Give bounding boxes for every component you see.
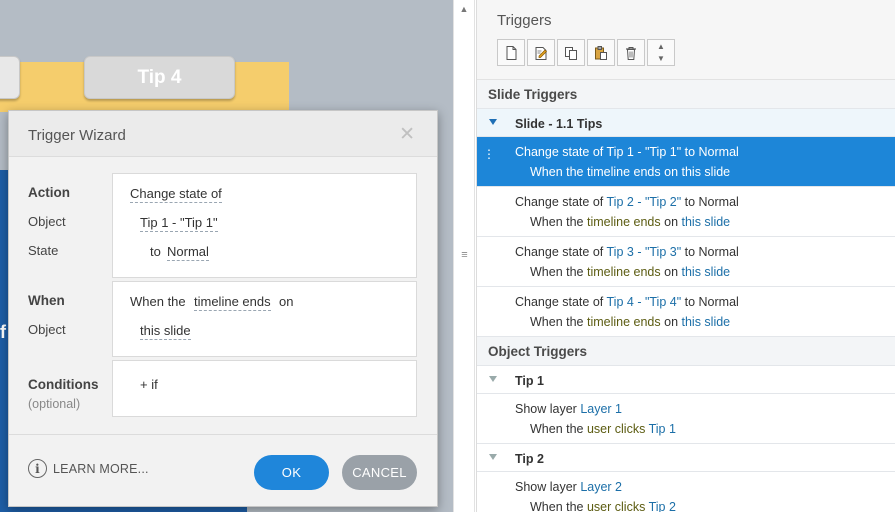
object-group-name: Tip 2: [515, 452, 544, 466]
slide-trigger-3[interactable]: Change state of Tip 3 - "Tip 3" to Norma…: [477, 237, 895, 287]
edit-trigger-icon[interactable]: [527, 39, 555, 66]
slide-trigger-group[interactable]: Slide - 1.1 Tips: [477, 109, 895, 137]
object-trigger-tip-2[interactable]: Show layer Layer 2 When the user clicks …: [477, 472, 895, 512]
when-object-label: Object: [28, 322, 66, 337]
object-trigger-tip-1[interactable]: Show layer Layer 1 When the user clicks …: [477, 394, 895, 444]
dialog-header: Trigger Wizard ✕: [9, 111, 437, 157]
content-text-fragment: f: [0, 322, 6, 342]
conditions-box: + if: [112, 360, 417, 417]
move-down-icon[interactable]: ▼: [657, 53, 665, 65]
slide-triggers-section: Slide Triggers: [477, 80, 895, 109]
conditions-label: Conditions: [28, 377, 99, 392]
object-label: Object: [28, 214, 66, 229]
panel-title: Triggers: [497, 12, 552, 29]
scroll-up-icon[interactable]: ▲: [457, 2, 471, 16]
move-up-icon[interactable]: ▲: [657, 41, 665, 53]
canvas-scrollbar[interactable]: ▲ ≡: [453, 0, 475, 512]
object-group-name: Tip 1: [515, 374, 544, 388]
state-prefix: to: [150, 244, 161, 259]
panel-resize-grip-icon[interactable]: ≡: [460, 249, 469, 261]
when-label: When: [28, 293, 65, 308]
action-label: Action: [28, 185, 70, 200]
cancel-button[interactable]: CANCEL: [342, 455, 417, 490]
when-prefix: When the: [130, 294, 186, 309]
triggers-panel-header: Triggers ▲ ▼: [477, 0, 895, 80]
triggers-toolbar: ▲ ▼: [497, 39, 677, 66]
slide-group-name: Slide - 1.1 Tips: [515, 117, 603, 131]
dialog-footer: i LEARN MORE... OK CANCEL: [9, 434, 437, 506]
tip-3-tab[interactable]: [0, 56, 20, 99]
action-select[interactable]: Change state of: [130, 186, 222, 203]
ok-button[interactable]: OK: [254, 455, 329, 490]
tip-4-tab[interactable]: Tip 4: [84, 56, 235, 99]
when-event-select[interactable]: timeline ends: [194, 294, 271, 311]
object-trigger-group-tip-2[interactable]: Tip 2: [477, 444, 895, 472]
state-label: State: [28, 243, 59, 258]
object-select[interactable]: Tip 1 - "Tip 1": [140, 215, 218, 232]
drag-handle-icon[interactable]: ⋮: [483, 148, 495, 160]
learn-more-link[interactable]: i LEARN MORE...: [28, 459, 149, 478]
slide-trigger-1[interactable]: ⋮ Change state of Tip 1 - "Tip 1" to Nor…: [477, 137, 895, 187]
when-object-select[interactable]: this slide: [140, 323, 191, 340]
add-condition-link[interactable]: + if: [140, 377, 158, 392]
slide-trigger-4[interactable]: Change state of Tip 4 - "Tip 4" to Norma…: [477, 287, 895, 337]
slide-trigger-2[interactable]: Change state of Tip 2 - "Tip 2" to Norma…: [477, 187, 895, 237]
when-box: When the timeline ends on this slide: [112, 281, 417, 357]
state-select[interactable]: Normal: [167, 244, 209, 261]
close-icon[interactable]: ✕: [399, 123, 415, 146]
object-triggers-section: Object Triggers: [477, 337, 895, 366]
trigger-wizard-dialog: Trigger Wizard ✕ Action Object State Cha…: [8, 110, 438, 507]
move-up-down-icon[interactable]: ▲ ▼: [647, 39, 675, 66]
delete-icon[interactable]: [617, 39, 645, 66]
action-box: Change state of Tip 1 - "Tip 1" to Norma…: [112, 173, 417, 278]
triggers-panel: Triggers ▲ ▼ Slide Triggers Slide - 1.1 …: [476, 0, 895, 512]
when-suffix: on: [279, 294, 294, 309]
new-trigger-icon[interactable]: [497, 39, 525, 66]
collapse-arrow-icon[interactable]: [489, 376, 497, 382]
paste-icon[interactable]: [587, 39, 615, 66]
dialog-title: Trigger Wizard: [28, 127, 126, 144]
collapse-arrow-icon[interactable]: [489, 119, 497, 125]
copy-icon[interactable]: [557, 39, 585, 66]
conditions-optional-label: (optional): [28, 397, 81, 411]
object-trigger-group-tip-1[interactable]: Tip 1: [477, 366, 895, 394]
info-icon: i: [28, 459, 47, 478]
collapse-arrow-icon[interactable]: [489, 454, 497, 460]
